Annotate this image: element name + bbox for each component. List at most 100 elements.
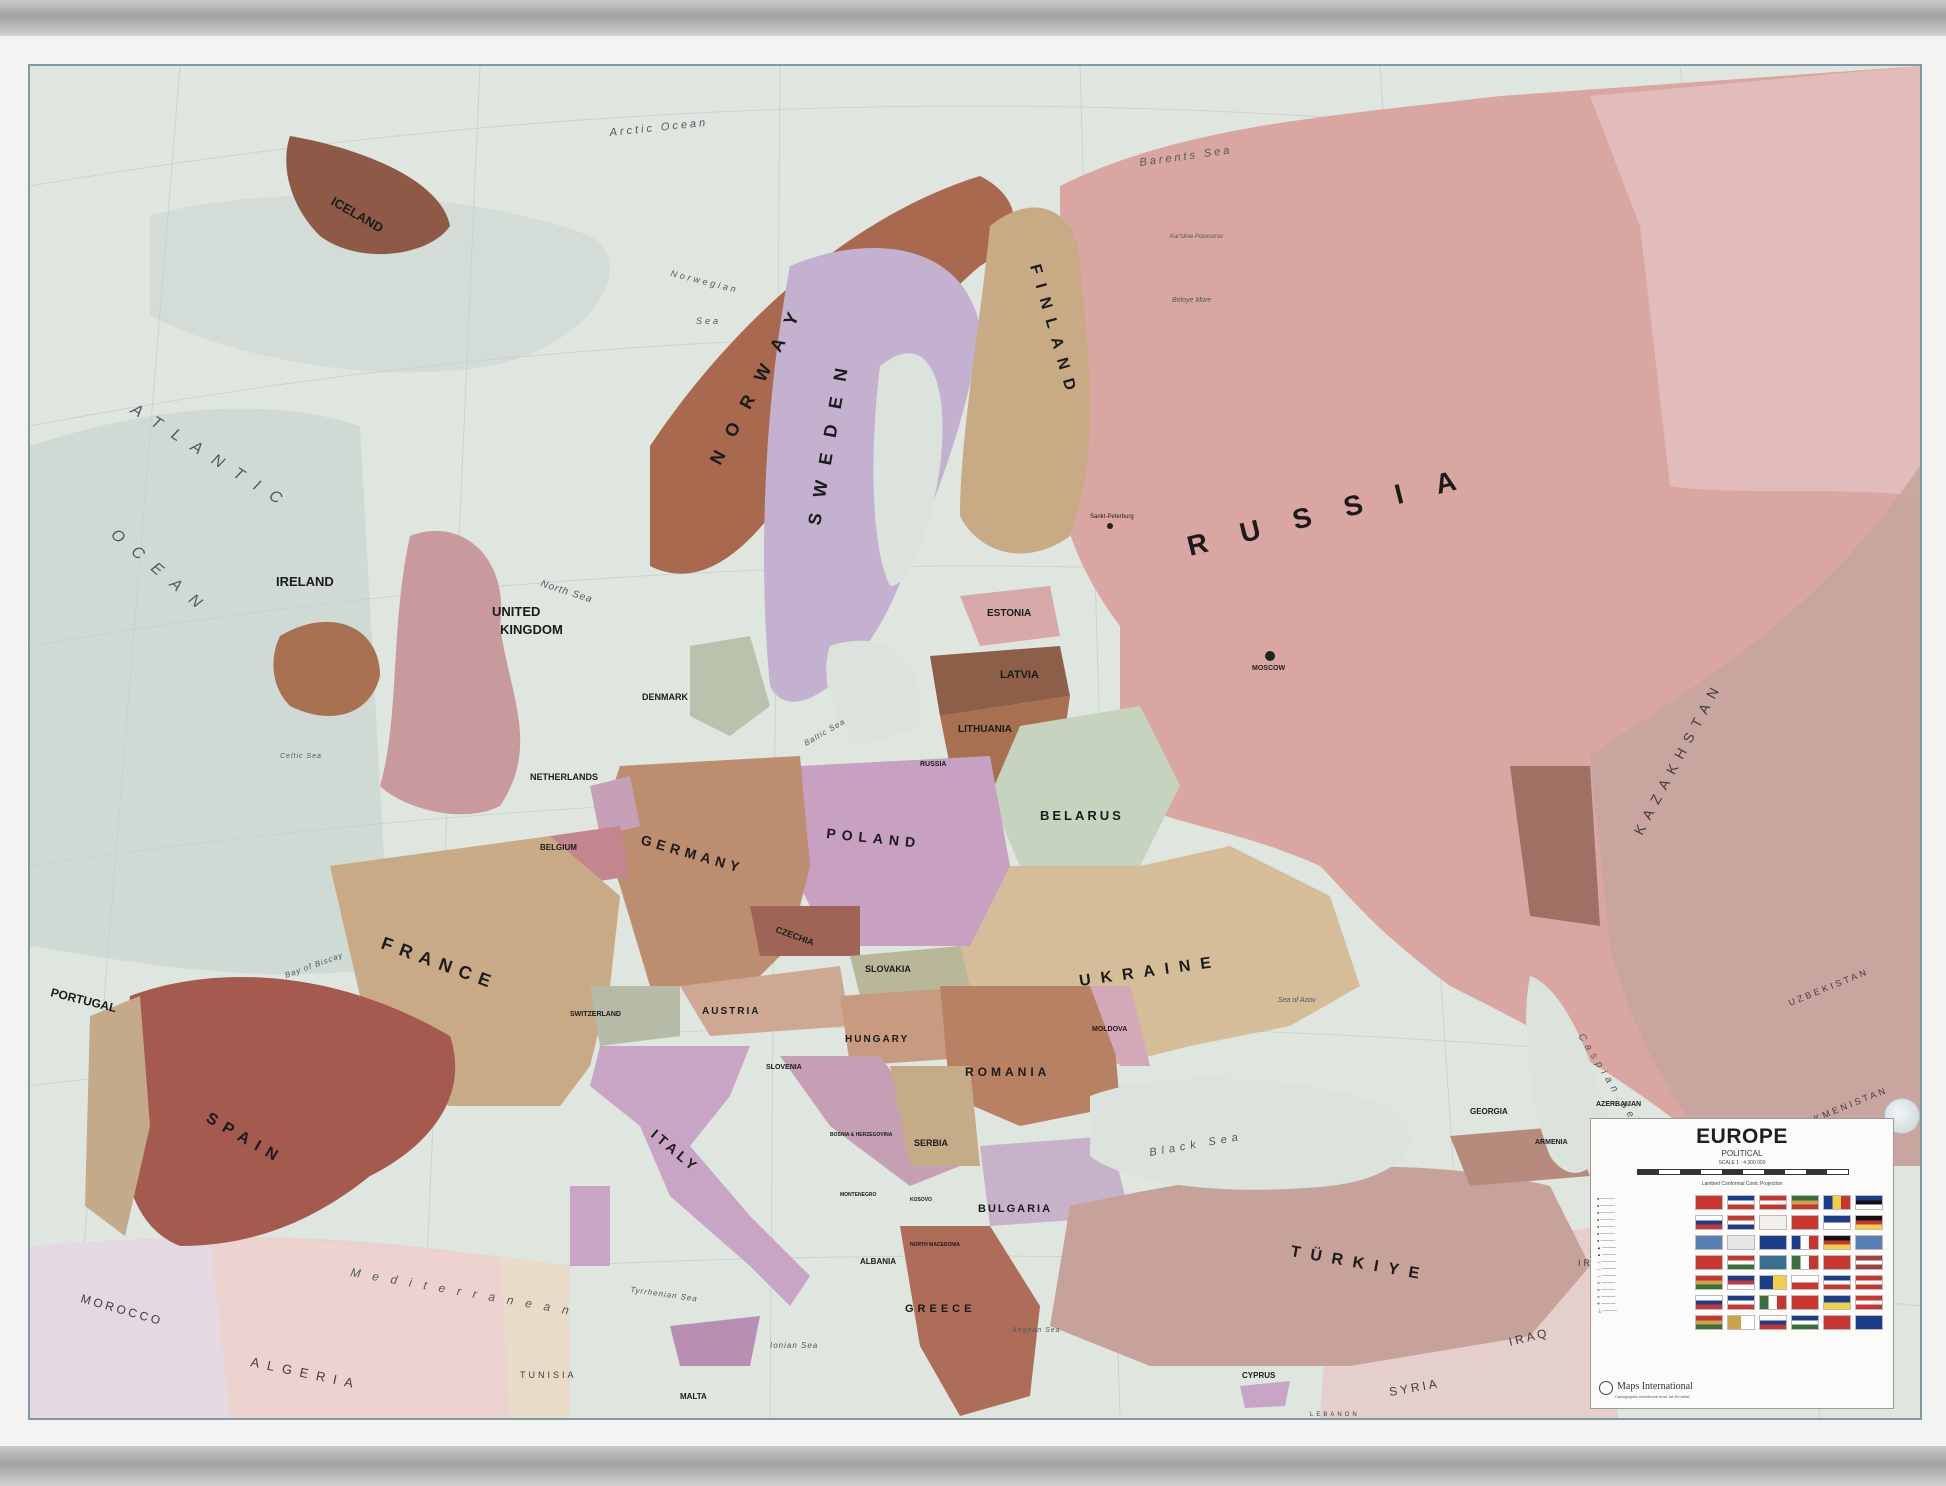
label-belgium: BELGIUM [540, 843, 577, 852]
flag-icon [1855, 1195, 1883, 1210]
label-celtic-sea: Celtic Sea [280, 753, 322, 760]
label-latvia: LATVIA [1000, 669, 1039, 681]
key-row: ▲ ───── [1597, 1252, 1617, 1257]
label-belarus: BELARUS [1040, 808, 1124, 823]
morocco-shape [30, 1236, 230, 1418]
legend-flag-grid [1695, 1195, 1887, 1330]
flag-icon [1855, 1315, 1883, 1330]
label-moscow: MOSCOW [1252, 665, 1285, 672]
label-austria: AUSTRIA [702, 1006, 760, 1017]
label-bosnia: BOSNIA & HERZEGOVINA [830, 1132, 893, 1138]
flag-icon [1855, 1295, 1883, 1310]
legend-projection: Lambert Conformal Conic Projection [1701, 1181, 1783, 1187]
key-row: ● ───── [1597, 1196, 1615, 1201]
legend-title: EUROPE [1696, 1125, 1788, 1148]
label-denmark: DENMARK [642, 692, 688, 702]
label-kosovo: KOSOVO [910, 1197, 932, 1203]
key-row: ═ ───── [1597, 1280, 1616, 1285]
flag-icon [1791, 1195, 1819, 1210]
flag-icon [1759, 1195, 1787, 1210]
flag-icon [1695, 1215, 1723, 1230]
flag-icon [1759, 1215, 1787, 1230]
key-row: ✈ ───── [1597, 1301, 1616, 1306]
flag-icon [1759, 1315, 1787, 1330]
flag-icon [1855, 1215, 1883, 1230]
flag-icon [1823, 1215, 1851, 1230]
flag-icon [1855, 1275, 1883, 1290]
label-hungary: HUNGARY [845, 1034, 909, 1045]
label-tunisia: TUNISIA [520, 1370, 577, 1380]
flag-icon [1855, 1235, 1883, 1250]
label-north-macedonia: NORTH MACEDONIA [910, 1242, 960, 1248]
flag-icon [1823, 1235, 1851, 1250]
flag-icon [1759, 1235, 1787, 1250]
flag-icon [1695, 1235, 1723, 1250]
flag-icon [1823, 1255, 1851, 1270]
label-armenia: ARMENIA [1535, 1139, 1568, 1146]
flag-icon [1727, 1195, 1755, 1210]
flag-icon [1727, 1275, 1755, 1290]
label-beloye-more: Beloye More [1172, 297, 1211, 304]
key-row: ● ───── [1597, 1224, 1615, 1229]
key-row: ═ ───── [1597, 1294, 1616, 1299]
belarus-shape [990, 706, 1180, 866]
label-united-kingdom-2: KINGDOM [500, 622, 563, 637]
label-georgia: GEORGIA [1470, 1107, 1508, 1116]
flag-icon [1727, 1295, 1755, 1310]
label-albania: ALBANIA [860, 1257, 896, 1266]
label-moldova: MOLDOVA [1092, 1026, 1127, 1033]
flag-icon [1791, 1315, 1819, 1330]
flag-icon [1823, 1295, 1851, 1310]
key-row: ● ───── [1597, 1217, 1615, 1222]
flag-icon [1823, 1315, 1851, 1330]
flag-icon [1823, 1195, 1851, 1210]
flag-icon [1695, 1315, 1723, 1330]
flag-icon [1695, 1275, 1723, 1290]
top-hanging-rail [0, 0, 1946, 36]
key-row: ▲ ───── [1597, 1245, 1617, 1250]
label-switzerland: SWITZERLAND [570, 1011, 621, 1018]
label-greece: GREECE [905, 1303, 975, 1315]
label-sea-of-azov: Sea of Azov [1278, 997, 1316, 1004]
sardinia-shape [570, 1186, 610, 1266]
label-russia-kaliningrad: RUSSIA [920, 761, 946, 768]
key-row: ═ ───── [1597, 1287, 1616, 1292]
label-netherlands: NETHERLANDS [530, 772, 598, 782]
label-st-petersburg: Sankt-Peterburg [1090, 514, 1134, 520]
flag-icon [1727, 1255, 1755, 1270]
key-row: — ───── [1597, 1259, 1617, 1264]
ireland-shape [273, 621, 380, 716]
flag-icon [1695, 1255, 1723, 1270]
key-row: ⚓ ───── [1597, 1308, 1618, 1313]
flag-icon [1791, 1275, 1819, 1290]
flag-icon [1791, 1235, 1819, 1250]
flag-icon [1695, 1295, 1723, 1310]
legend-scale-text: SCALE 1 : 4 300 000 [1718, 1160, 1766, 1166]
key-row: ● ───── [1597, 1203, 1615, 1208]
legend-publisher-tagline: Cartographic excellence from 1st Ed Arti… [1615, 1394, 1690, 1399]
label-kola-peninsula: Kar'skoe Poluostrov [1170, 234, 1224, 240]
label-norwegian-sea-2: Sea [696, 316, 721, 326]
label-romania: ROMANIA [965, 1065, 1050, 1079]
flag-icon [1823, 1275, 1851, 1290]
key-row: ● ───── [1597, 1210, 1615, 1215]
label-bulgaria: BULGARIA [978, 1203, 1052, 1215]
algeria-shape [210, 1236, 510, 1418]
flag-icon [1727, 1315, 1755, 1330]
key-row: ● ───── [1597, 1231, 1615, 1236]
flag-icon [1727, 1215, 1755, 1230]
map-panel: ICELAND IRELAND UNITED KINGDOM NORWAY SW… [28, 64, 1922, 1420]
label-lithuania: LITHUANIA [958, 724, 1012, 735]
flag-icon [1759, 1295, 1787, 1310]
label-serbia: SERBIA [914, 1138, 949, 1148]
tunisia-shape [500, 1256, 570, 1418]
label-lebanon: LEBANON [1310, 1412, 1360, 1418]
legend-subtitle: POLITICAL [1721, 1149, 1763, 1158]
czechia-shape [750, 906, 860, 956]
label-slovenia: SLOVENIA [766, 1064, 802, 1071]
flag-icon [1791, 1215, 1819, 1230]
label-aegean-sea: Aegean Sea [1011, 1327, 1061, 1334]
flag-icon [1727, 1235, 1755, 1250]
bottom-hanging-rail [0, 1446, 1946, 1486]
flag-icon [1759, 1255, 1787, 1270]
